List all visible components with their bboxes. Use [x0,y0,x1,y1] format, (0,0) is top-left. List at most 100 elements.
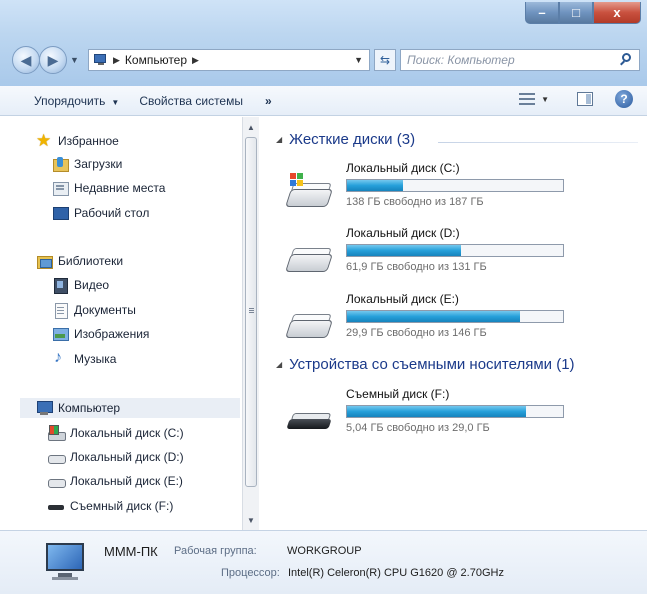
view-options-dropdown-icon[interactable]: ▼ [541,95,549,104]
drive-name: Локальный диск (E:) [346,292,459,306]
content-area: ◢ Жесткие диски (3) Локальный диск (C:) 1… [260,117,647,530]
title-bar: – □ x ◀ ▶ ▼ ▶ Компьютер ▶ ▼ ⇆ Поиск: Ком… [0,0,647,86]
scroll-down-icon[interactable]: ▼ [243,512,259,528]
libraries-icon [36,253,53,269]
back-button[interactable]: ◀ [12,46,40,74]
sidebar-item-label: Библиотеки [58,254,124,268]
sidebar-item-music[interactable]: Музыка [52,349,116,369]
group-divider [438,142,638,143]
system-drive-icon [48,425,66,441]
sidebar-item-libraries[interactable]: Библиотеки [36,251,123,271]
organize-label: Упорядочить [34,93,106,108]
sidebar-item-drive-f[interactable]: Съемный диск (F:) [48,496,173,516]
drive-usage-fill [347,311,520,322]
drive-item-c[interactable]: Локальный диск (C:) 138 ГБ свободно из 1… [284,161,644,221]
address-bar[interactable]: ▶ Компьютер ▶ ▼ [88,49,370,71]
forward-arrow-icon: ▶ [47,51,59,68]
recent-pages-dropdown-icon[interactable]: ▼ [70,55,79,65]
change-view-icon[interactable] [519,92,536,106]
maximize-button[interactable]: □ [559,2,593,24]
organize-menu[interactable]: Упорядочить ▼ [34,94,119,108]
chevron-down-icon: ▼ [111,97,120,107]
sidebar-item-drive-e[interactable]: Локальный диск (E:) [48,471,183,491]
close-button[interactable]: x [593,2,641,24]
system-drive-icon [285,173,333,211]
sidebar-item-downloads[interactable]: Загрузки [52,154,122,174]
drive-usage-fill [347,406,527,417]
computer-name: МММ-ПК [104,544,158,559]
hard-drive-icon [48,473,66,489]
command-bar: Упорядочить ▼ Свойства системы » ▼ ? [0,86,647,116]
collapse-triangle-icon: ◢ [276,360,283,369]
help-icon[interactable]: ? [615,90,633,108]
navigation-pane-scrollbar[interactable]: ▲ ▼ [242,117,259,530]
preview-pane-icon[interactable] [577,92,593,106]
drive-item-e[interactable]: Локальный диск (E:) 29,9 ГБ свободно из … [284,292,644,352]
sidebar-item-favorites[interactable]: ★ Избранное [36,131,119,151]
workgroup-label: Рабочая группа: [174,545,257,557]
workgroup-value: WORKGROUP [287,545,362,557]
sidebar-item-label: Локальный диск (D:) [70,450,184,464]
sidebar-item-label: Локальный диск (C:) [70,426,184,440]
drive-free-space: 29,9 ГБ свободно из 146 ГБ [346,327,487,339]
drive-name: Локальный диск (D:) [346,226,460,240]
scrollbar-thumb[interactable] [245,137,257,487]
details-pane: МММ-ПК Рабочая группа: WORKGROUP Процесс… [0,530,647,594]
pictures-library-icon [52,326,69,342]
documents-library-icon [52,302,68,319]
system-properties-button[interactable]: Свойства системы [139,94,243,108]
sidebar-item-label: Музыка [74,352,117,366]
drive-usage-bar [346,179,564,192]
sidebar-item-label: Рабочий стол [74,206,150,220]
hard-drive-icon [285,306,333,342]
computer-icon [94,54,108,66]
drive-name: Локальный диск (C:) [346,161,460,175]
address-history-dropdown-icon[interactable]: ▼ [354,55,363,65]
search-icon[interactable] [619,53,633,67]
removable-drive-icon [286,401,332,437]
sidebar-item-label: Съемный диск (F:) [70,499,174,513]
sidebar-item-label: Загрузки [74,157,123,171]
sidebar-item-label: Видео [74,278,110,292]
search-placeholder: Поиск: Компьютер [407,53,515,67]
music-library-icon [52,349,68,367]
sidebar-item-drive-d[interactable]: Локальный диск (D:) [48,447,184,467]
sidebar-item-recent-places[interactable]: Недавние места [52,178,165,198]
drive-usage-fill [347,180,404,191]
view-controls: ▼ ? [519,90,633,108]
breadcrumb-computer[interactable]: Компьютер [125,53,187,67]
scroll-up-icon[interactable]: ▲ [243,119,259,135]
sidebar-item-label: Избранное [58,134,119,148]
caption-buttons: – □ x [525,2,641,24]
breadcrumb-separator-icon[interactable]: ▶ [192,55,199,66]
refresh-button[interactable]: ⇆ [374,49,396,71]
navigation-pane: ★ Избранное Загрузки Недавние места Рабоч… [0,117,242,530]
sidebar-item-label: Компьютер [58,401,121,415]
sidebar-item-documents[interactable]: Документы [52,300,136,320]
hard-drive-icon [48,449,66,465]
sidebar-item-desktop[interactable]: Рабочий стол [52,203,149,223]
group-header-hard-disks[interactable]: ◢ Жесткие диски (3) [276,131,415,148]
recent-places-icon [52,180,69,196]
collapse-triangle-icon: ◢ [276,135,283,144]
drive-item-d[interactable]: Локальный диск (D:) 61,9 ГБ свободно из … [284,226,644,286]
breadcrumb-separator-icon[interactable]: ▶ [113,55,120,66]
video-library-icon [52,277,68,294]
navigation-row: ◀ ▶ ▼ ▶ Компьютер ▶ ▼ ⇆ Поиск: Компьютер [12,46,642,74]
sidebar-item-video[interactable]: Видео [52,275,109,295]
explorer-window: – □ x ◀ ▶ ▼ ▶ Компьютер ▶ ▼ ⇆ Поиск: Ком… [0,0,647,594]
forward-button[interactable]: ▶ [39,46,67,74]
drive-free-space: 138 ГБ свободно из 187 ГБ [346,196,484,208]
computer-icon [36,400,53,416]
sidebar-item-computer[interactable]: Компьютер [20,398,240,418]
sidebar-item-drive-c[interactable]: Локальный диск (C:) [48,423,184,443]
search-input[interactable]: Поиск: Компьютер [400,49,640,71]
group-header-label: Жесткие диски (3) [289,131,416,148]
processor-value: Intel(R) Celeron(R) CPU G1620 @ 2.70GHz [288,567,504,579]
minimize-button[interactable]: – [525,2,559,24]
drive-usage-bar [346,405,564,418]
group-header-removable[interactable]: ◢ Устройства со съемными носителями (1) [276,356,575,373]
more-commands-button[interactable]: » [265,94,272,108]
sidebar-item-images[interactable]: Изображения [52,324,149,344]
drive-item-f[interactable]: Съемный диск (F:) 5,04 ГБ свободно из 29… [284,387,644,447]
